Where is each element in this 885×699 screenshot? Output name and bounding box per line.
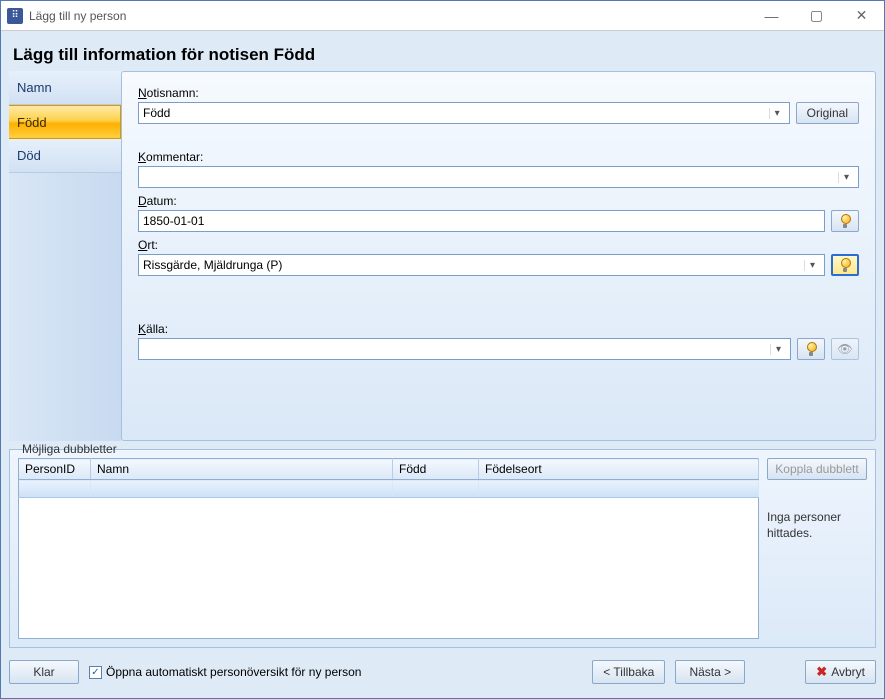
chevron-down-icon: ▾ [770,344,786,355]
titlebar: ⠿ Lägg till ny person — ▢ ✕ [1,1,884,31]
ort-label: Ort: [138,238,859,252]
tab-dod[interactable]: Död [9,139,121,173]
tab-strip: Namn Född Död [9,71,121,441]
datum-label: Datum: [138,194,859,208]
col-fodelseort[interactable]: Födelseort [479,459,759,480]
cancel-button[interactable]: ✖ Avbryt [805,660,876,684]
datum-hint-button[interactable] [831,210,859,232]
bulb-icon [806,342,816,356]
duplicates-legend: Möjliga dubbletter [18,442,121,456]
bulb-icon [840,258,850,272]
klar-button[interactable]: Klar [9,660,79,684]
minimize-button[interactable]: — [749,1,794,30]
kalla-hint-button[interactable] [797,338,825,360]
auto-open-checkbox-wrap[interactable]: ✓ Öppna automatiskt personöversikt för n… [89,665,361,679]
chevron-down-icon: ▾ [804,260,820,271]
notisnamn-combo[interactable]: Född ▾ [138,102,790,124]
tab-fodd[interactable]: Född [9,105,121,139]
table-row[interactable] [19,480,759,498]
window-title: Lägg till ny person [29,9,749,23]
page-heading: Lägg till information för notisen Född [1,31,884,75]
duplicates-table: PersonID Namn Född Födelseort [18,458,759,498]
chevron-down-icon: ▾ [769,108,785,119]
koppla-dubblett-button[interactable]: Koppla dubblett [767,458,867,480]
col-namn[interactable]: Namn [91,459,393,480]
duplicates-empty-area [18,498,759,639]
close-button[interactable]: ✕ [839,1,884,30]
ort-combo[interactable]: Rissgärde, Mjäldrunga (P) ▾ [138,254,825,276]
tab-dod-label: Död [17,148,41,163]
kalla-search-button[interactable]: 👁 [831,338,859,360]
datum-input[interactable] [138,210,825,232]
auto-open-label: Öppna automatiskt personöversikt för ny … [106,665,361,679]
tab-namn-label: Namn [17,80,52,95]
binoculars-icon: 👁 [837,342,852,356]
cancel-x-icon: ✖ [816,664,827,680]
app-icon: ⠿ [7,8,23,24]
kommentar-combo[interactable]: ▾ [138,166,859,188]
footer: Klar ✓ Öppna automatiskt personöversikt … [9,656,876,688]
original-button[interactable]: Original [796,102,859,124]
ort-hint-button[interactable] [831,254,859,276]
bulb-icon [840,214,850,228]
maximize-button[interactable]: ▢ [794,1,839,30]
ort-value: Rissgärde, Mjäldrunga (P) [143,258,282,272]
col-personid[interactable]: PersonID [19,459,91,480]
chevron-down-icon: ▾ [838,172,854,183]
cancel-label: Avbryt [831,665,865,679]
kommentar-label: Kommentar: [138,150,859,164]
tab-content: Notisnamn: Född ▾ Original Kommentar: ▾ [121,71,876,441]
tab-namn[interactable]: Namn [9,71,121,105]
kalla-combo[interactable]: ▾ [138,338,791,360]
duplicates-fieldset: Möjliga dubbletter PersonID Namn Född Fö… [9,449,876,648]
back-button[interactable]: < Tillbaka [592,660,665,684]
checkbox-icon: ✓ [89,666,102,679]
tab-fodd-label: Född [17,115,47,130]
next-button[interactable]: Nästa > [675,660,745,684]
duplicates-message: Inga personer hittades. [767,510,867,541]
col-fodd[interactable]: Född [393,459,479,480]
notisnamn-value: Född [143,106,170,120]
notisnamn-label: Notisnamn: [138,86,859,100]
kalla-label: Källa: [138,322,859,336]
